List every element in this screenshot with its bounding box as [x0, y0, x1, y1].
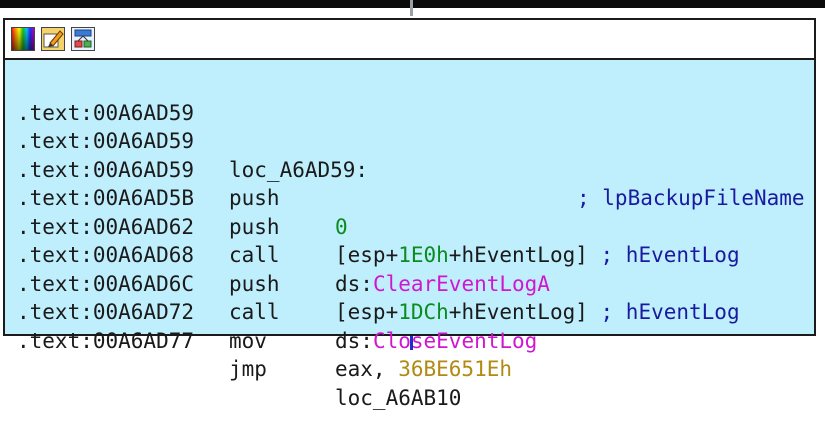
import-function-name[interactable]: CloseEventLog: [373, 329, 537, 353]
mnemonic: call: [229, 300, 280, 324]
operands: [esp+1DCh+hEventLog] ; hEventLog: [335, 298, 740, 327]
graph-node[interactable]: .text:00A6AD59 .text:00A6AD59 loc_A6AD59…: [3, 18, 816, 410]
operand-suffix[interactable]: +hEventLog]: [449, 243, 588, 267]
stack-offset: 1E0h: [398, 243, 449, 267]
operands: [esp+1E0h+hEventLog] ; hEventLog: [335, 241, 740, 270]
mnemonic: push: [229, 271, 280, 296]
comment: ; hEventLog: [587, 300, 740, 324]
stack-offset: 1DCh: [398, 300, 449, 324]
operands: loc_A6AB10: [335, 384, 461, 413]
mnemonic: push: [229, 186, 280, 210]
segment-prefix: ds:: [335, 271, 373, 296]
code-line[interactable]: .text:00A6AD59 push 0: [17, 127, 348, 239]
address: .text:00A6AD77: [17, 328, 195, 353]
operand-prefix: [esp+: [335, 300, 399, 324]
code-line[interactable]: .text:00A6AD72 mov eax, 36BE651Eh: [17, 270, 512, 381]
label-definition[interactable]: loc_A6AD59:: [229, 156, 368, 185]
code-line[interactable]: .text:00A6AD5B push [esp+1E0h+hEventLog]…: [17, 156, 740, 267]
import-function-name[interactable]: ClearEventLogA: [373, 272, 550, 296]
operands: ds:ClearEventLogA: [335, 270, 550, 299]
comment: ; lpBackupFileName: [577, 186, 805, 210]
node-titlebar: [5, 20, 814, 60]
edit-icon[interactable]: [41, 27, 65, 51]
code-line[interactable]: .text:00A6AD6C call ds:CloseEventLog: [17, 241, 537, 353]
code-line[interactable]: .text:00A6AD77 jmp loc_A6AB10: [17, 298, 461, 410]
hex-constant: 36BE651Eh: [398, 357, 513, 381]
code-line[interactable]: .text:00A6AD68 push [esp+1DCh+hEventLog]…: [17, 213, 740, 324]
register-operand: eax,: [335, 357, 399, 381]
mnemonic: push: [229, 214, 280, 239]
outgoing-edge: [410, 336, 413, 350]
comment: ; hEventLog: [587, 243, 740, 267]
mnemonic: jmp: [229, 357, 267, 381]
operands: 0: [335, 213, 348, 242]
operands: eax, 36BE651Eh: [335, 355, 512, 384]
mnemonic: mov: [229, 328, 267, 353]
node-color-icon[interactable]: [11, 27, 35, 51]
disassembly-listing: .text:00A6AD59 .text:00A6AD59 loc_A6AD59…: [17, 70, 805, 410]
code-line[interactable]: .text:00A6AD59 loc_A6AD59: ; lpBackupFil…: [17, 99, 805, 210]
jump-target[interactable]: loc_A6AB10: [335, 386, 461, 410]
operands: ds:CloseEventLog: [335, 327, 537, 356]
code-line[interactable]: .text:00A6AD62 call ds:ClearEventLogA: [17, 184, 550, 296]
mnemonic: call: [229, 243, 280, 267]
operand-prefix: [esp+: [335, 243, 399, 267]
code-line[interactable]: .text:00A6AD59: [17, 70, 194, 125]
segment-prefix: ds:: [335, 328, 373, 353]
graph-view-icon[interactable]: [71, 27, 95, 51]
operand-suffix[interactable]: +hEventLog]: [449, 300, 588, 324]
immediate-value: 0: [335, 214, 348, 239]
incoming-edge: [410, 0, 413, 16]
